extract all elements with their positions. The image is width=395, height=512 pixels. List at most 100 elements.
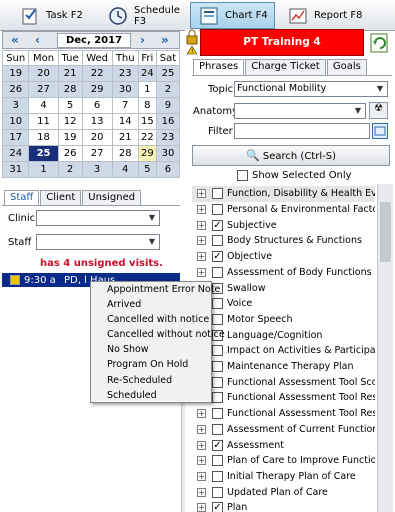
context-menu-item[interactable]: Re-Scheduled [91,373,211,388]
calendar-day[interactable]: 6 [81,97,113,114]
staff-select[interactable]: ▼ [36,234,160,250]
tree-item-checkbox[interactable] [212,486,223,498]
tree-item-checkbox[interactable] [212,313,223,325]
expand-icon[interactable]: + [197,503,206,512]
calendar-day[interactable]: 3 [1,97,30,114]
tree-item[interactable]: + ✓ Subjective [192,217,375,233]
tab-phrases[interactable]: Phrases [193,59,245,75]
calendar-day[interactable]: 27 [28,81,59,98]
anatomy-picker-icon[interactable]: ☢ [369,102,388,119]
calendar-day[interactable]: 21 [57,65,83,82]
calendar-day[interactable]: 4 [28,97,59,114]
tree-item[interactable]: +Functional Assessment Tool Scor [192,374,375,390]
tree-item-checkbox[interactable]: ✓ [212,502,223,512]
calendar-day[interactable]: 2 [155,81,181,98]
tree-item[interactable]: +Functional Assessment Tool Resp [192,390,375,406]
tree-item-checkbox[interactable] [212,392,223,404]
calendar-day[interactable]: 30 [111,81,139,98]
calendar-day[interactable]: 9 [155,97,181,114]
tree-item[interactable]: +Functional Assessment Tool Resp [192,406,375,422]
calendar-day[interactable]: 5 [57,97,83,114]
tree-item[interactable]: + Function, Disability & Health Evalu [192,186,375,202]
tree-item[interactable]: + Updated Plan of Care [192,484,375,500]
expand-icon[interactable]: + [197,252,206,262]
calendar-day[interactable]: 19 [1,65,30,82]
anatomy-select[interactable]: ▼ [234,103,366,119]
tree-item[interactable]: + Assessment of Body Functions [192,265,375,281]
calendar-day[interactable]: 12 [57,113,83,130]
calendar-day[interactable]: 19 [57,129,83,146]
calendar-day[interactable]: 13 [81,113,113,130]
tree-item[interactable]: + ✓ Objective [192,249,375,265]
calendar-day[interactable]: 28 [57,81,83,98]
context-menu-item[interactable]: Scheduled [91,388,211,403]
show-selected-checkbox[interactable] [237,170,248,181]
next-year-icon[interactable]: » [161,33,169,47]
expand-icon[interactable]: + [197,409,206,419]
calendar-day[interactable]: 25 [28,145,59,162]
nav-tab-report[interactable]: Report F8 [280,2,370,29]
calendar-day[interactable]: 20 [81,129,113,146]
calendar-day[interactable]: 16 [155,113,181,130]
expand-icon[interactable]: + [197,236,206,246]
expand-icon[interactable]: + [197,424,206,434]
nav-tab-chart[interactable]: Chart F4 [190,2,275,29]
tree-item-checkbox[interactable] [212,423,223,435]
tree-item[interactable]: +Maintenance Therapy Plan [192,359,375,375]
calendar-day[interactable]: 22 [137,129,157,146]
calendar-day[interactable]: 8 [137,97,157,114]
tree-item[interactable]: +Motor Speech [192,312,375,328]
tab-unsigned[interactable]: Unsigned [82,190,142,206]
refresh-icon[interactable] [368,29,392,56]
month-label[interactable]: Dec, 2017 [57,33,131,48]
expand-icon[interactable]: + [197,220,206,230]
calendar-day[interactable]: 21 [111,129,139,146]
context-menu-item[interactable]: No Show [91,342,211,357]
calendar-day[interactable]: 29 [137,145,157,162]
calendar-day[interactable]: 4 [111,161,139,178]
scroll-thumb[interactable] [380,202,391,262]
calendar-day[interactable]: 30 [155,145,181,162]
calendar-day[interactable]: 26 [1,81,30,98]
tree-item-checkbox[interactable] [212,455,223,467]
calendar-day[interactable]: 24 [1,145,30,162]
calendar-day[interactable]: 11 [28,113,59,130]
calendar-day[interactable]: 20 [28,65,59,82]
tree-item[interactable]: + Personal & Environmental Factors [192,202,375,218]
expand-icon[interactable]: + [197,205,206,215]
calendar-day[interactable]: 2 [57,161,83,178]
filter-input[interactable] [234,123,370,139]
calendar-day[interactable]: 18 [28,129,59,146]
calendar-day[interactable]: 1 [137,81,157,98]
calendar-day[interactable]: 31 [1,161,30,178]
tree-item-checkbox[interactable] [212,298,223,310]
calendar-day[interactable]: 15 [137,113,157,130]
calendar-day[interactable]: 24 [137,65,157,82]
expand-icon[interactable]: + [197,267,206,277]
tree-item[interactable]: + Initial Therapy Plan of Care [192,469,375,485]
tree-item-checkbox[interactable] [212,235,223,247]
tree-item-checkbox[interactable] [212,204,223,216]
tree-item[interactable]: + Plan of Care to Improve Function [192,453,375,469]
expand-icon[interactable]: + [197,456,206,466]
calendar-day[interactable]: 1 [28,161,59,178]
tab-charge-ticket[interactable]: Charge Ticket [245,59,326,75]
calendar-day[interactable]: 14 [111,113,139,130]
nav-tab-schedule[interactable]: Schedule F3 [100,2,188,29]
calendar-day[interactable]: 23 [111,65,139,82]
tree-item-checkbox[interactable] [212,376,223,388]
show-selected-toggle[interactable]: Show Selected Only [237,170,352,181]
calendar-day[interactable]: 6 [155,161,181,178]
tree-item[interactable]: +Voice [192,296,375,312]
calendar-day[interactable]: 25 [155,65,181,82]
next-month-icon[interactable]: › [140,33,145,47]
calendar-day[interactable]: 29 [81,81,113,98]
prev-month-icon[interactable]: ‹ [35,33,40,47]
tree-item-checkbox[interactable] [212,408,223,420]
expand-icon[interactable]: + [197,189,206,199]
expand-icon[interactable]: + [197,487,206,497]
calendar-day[interactable]: 10 [1,113,30,130]
calendar-day[interactable]: 17 [1,129,30,146]
tab-goals[interactable]: Goals [326,59,367,75]
tree-scrollbar[interactable] [377,184,393,512]
